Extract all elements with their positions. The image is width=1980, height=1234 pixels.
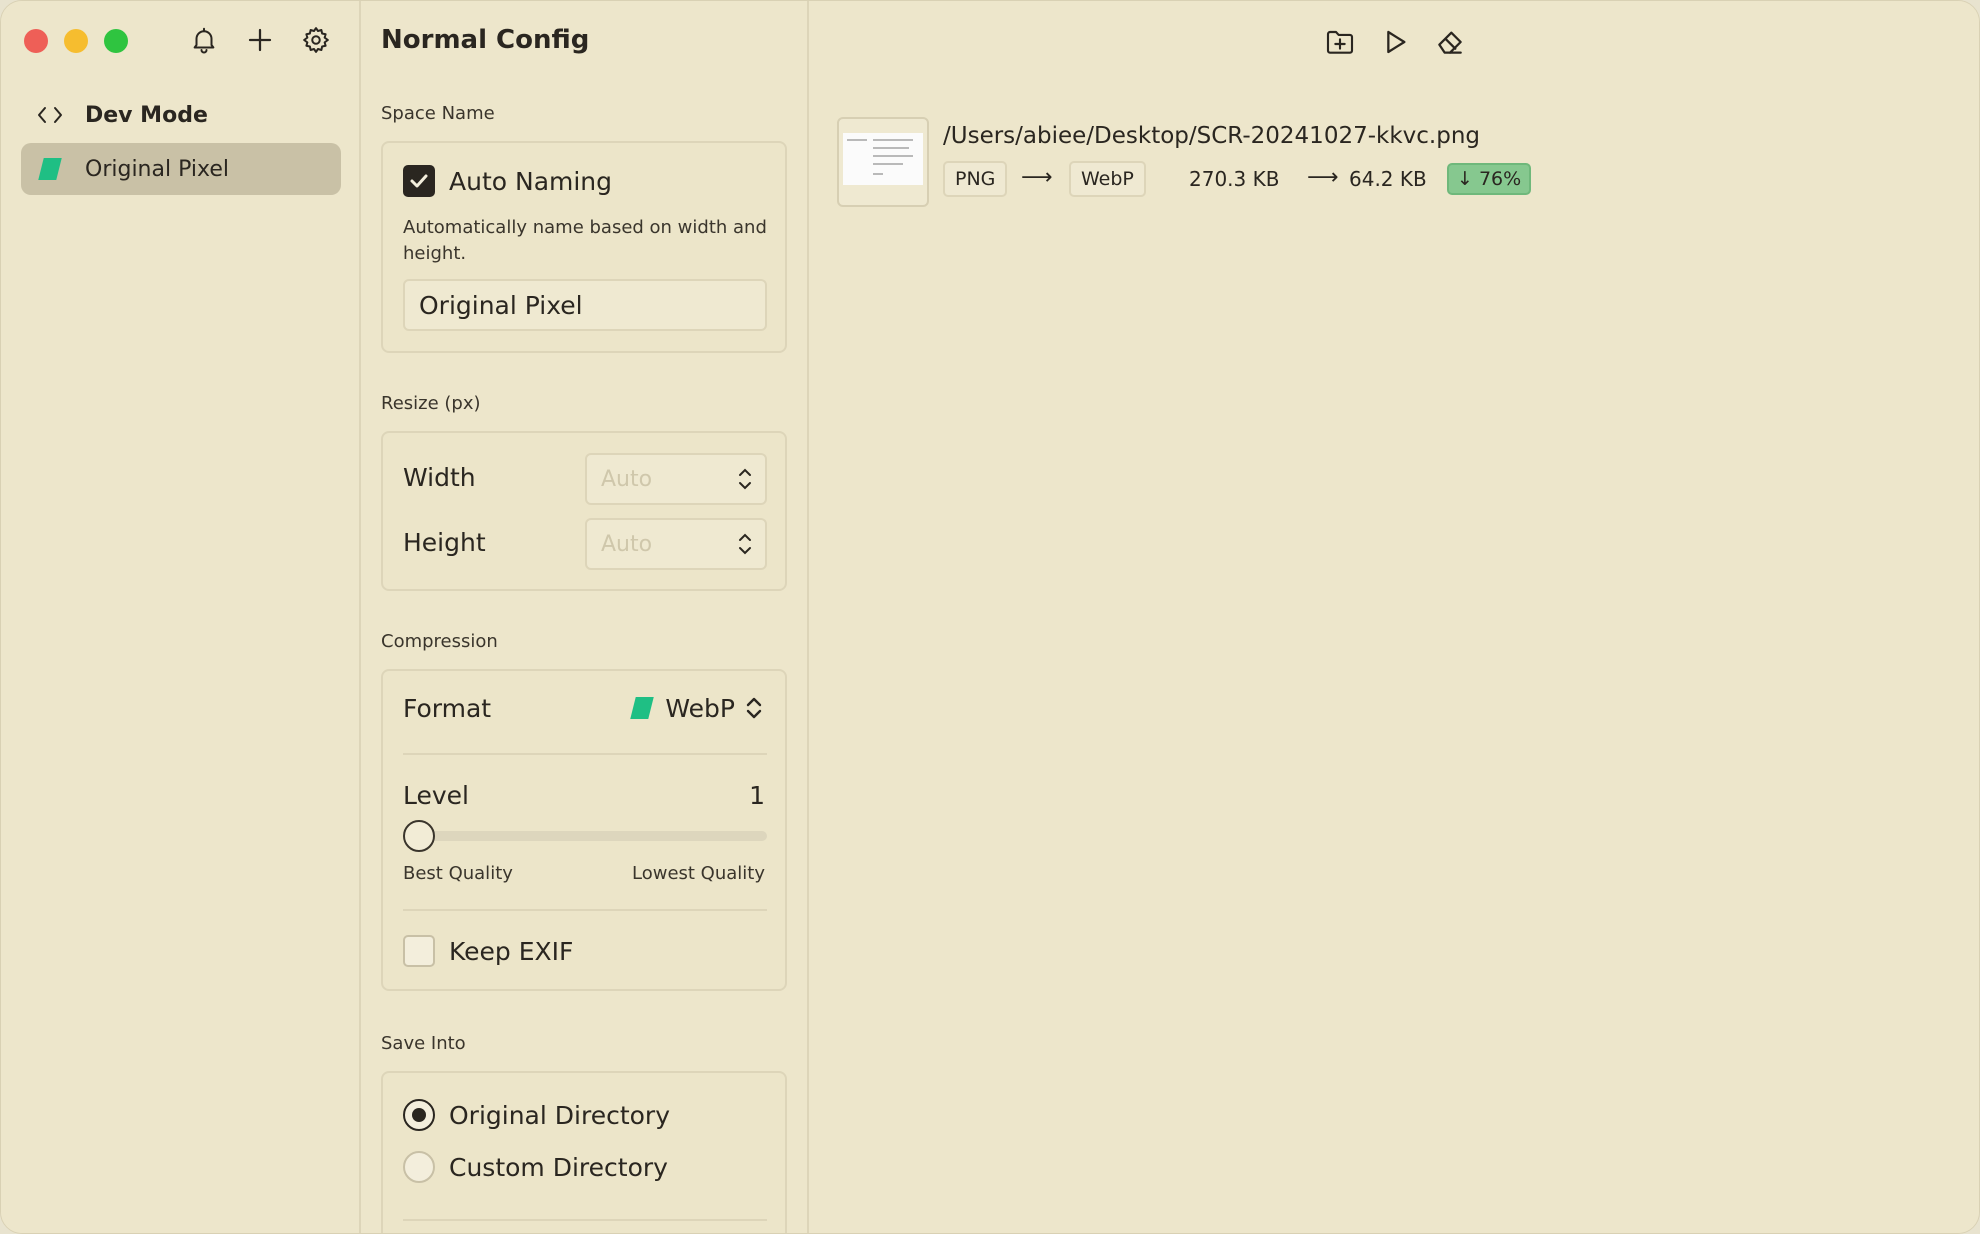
sidebar-item-original-pixel[interactable]: Original Pixel: [21, 143, 341, 195]
custom-directory-option[interactable]: Custom Directory: [403, 1151, 765, 1183]
swatch-icon: [35, 154, 65, 184]
code-icon: [35, 100, 65, 130]
height-input[interactable]: Auto: [587, 532, 725, 557]
bell-icon[interactable]: [187, 23, 221, 57]
auto-naming-label: Auto Naming: [449, 166, 613, 196]
auto-naming-checkbox[interactable]: [403, 165, 435, 197]
sidebar-item-label: Original Pixel: [85, 156, 229, 182]
resize-label: Resize (px): [381, 393, 481, 414]
level-slider-track[interactable]: [403, 831, 767, 841]
play-icon[interactable]: [1376, 23, 1414, 61]
width-label: Width: [403, 463, 476, 492]
target-format-badge: WebP: [1069, 161, 1146, 197]
space-name-input[interactable]: Original Pixel: [403, 279, 767, 331]
minimize-window-button[interactable]: [64, 29, 88, 53]
source-format-badge: PNG: [943, 161, 1008, 197]
sidebar-item-dev-mode[interactable]: Dev Mode: [21, 89, 341, 141]
level-label: Level: [403, 781, 469, 810]
close-window-button[interactable]: [24, 29, 48, 53]
height-stepper[interactable]: Auto: [585, 518, 767, 570]
custom-directory-radio[interactable]: [403, 1151, 435, 1183]
format-select[interactable]: WebP: [630, 693, 765, 723]
plus-icon[interactable]: [243, 23, 277, 57]
auto-naming-hint: Automatically name based on width and he…: [403, 217, 767, 264]
format-label: Format: [403, 693, 492, 723]
chevron-down-icon[interactable]: [736, 479, 754, 493]
space-name-card: Auto Naming Automatically name based on …: [381, 141, 787, 353]
gear-icon[interactable]: [299, 23, 333, 57]
chevron-down-icon[interactable]: [736, 544, 754, 558]
height-label: Height: [403, 528, 486, 557]
config-panel: Normal Config Space Name Auto Naming Aut…: [363, 1, 809, 1233]
lowest-quality-label: Lowest Quality: [632, 863, 765, 884]
space-name-label: Space Name: [381, 103, 495, 124]
width-input[interactable]: Auto: [587, 467, 725, 492]
file-path: /Users/abiee/Desktop/SCR-20241027-kkvc.p…: [943, 123, 1480, 149]
compression-label: Compression: [381, 631, 498, 652]
original-directory-label: Original Directory: [449, 1100, 670, 1130]
chevron-up-icon[interactable]: [736, 530, 754, 544]
original-directory-option[interactable]: Original Directory: [403, 1099, 765, 1131]
custom-directory-label: Custom Directory: [449, 1152, 668, 1182]
main-area: /Users/abiee/Desktop/SCR-20241027-kkvc.p…: [811, 1, 1979, 1233]
chevron-up-icon[interactable]: [736, 465, 754, 479]
compression-card: Format WebP Level 1 Best Quality Lowest …: [381, 669, 787, 991]
app-window: Dev Mode Original Pixel Normal Config Sp…: [0, 0, 1980, 1234]
keep-exif-checkbox[interactable]: [403, 935, 435, 967]
add-folder-icon[interactable]: [1321, 23, 1359, 61]
select-arrows-icon: [746, 697, 762, 719]
width-stepper[interactable]: Auto: [585, 453, 767, 505]
file-thumbnail: [837, 117, 929, 207]
resize-card: Width Auto Height Auto: [381, 431, 787, 591]
eraser-icon[interactable]: [1431, 23, 1469, 61]
save-into-card: Original Directory Custom Directory: [381, 1071, 787, 1233]
sidebar-item-label: Dev Mode: [85, 102, 208, 128]
best-quality-label: Best Quality: [403, 863, 513, 884]
arrow-right-icon: ⟶: [1021, 165, 1053, 190]
level-slider-thumb[interactable]: [403, 820, 435, 852]
page-title: Normal Config: [381, 25, 590, 55]
new-size: 64.2 KB: [1349, 167, 1427, 191]
sidebar: Dev Mode Original Pixel: [1, 1, 361, 1233]
zoom-window-button[interactable]: [104, 29, 128, 53]
savings-badge: ↓ 76%: [1447, 163, 1532, 195]
original-directory-radio[interactable]: [403, 1099, 435, 1131]
swatch-icon: [630, 697, 655, 719]
format-value: WebP: [665, 693, 735, 723]
keep-exif-label: Keep EXIF: [449, 936, 574, 966]
original-size: 270.3 KB: [1189, 167, 1280, 191]
level-value: 1: [749, 781, 765, 810]
save-into-label: Save Into: [381, 1033, 466, 1054]
arrow-right-icon: ⟶: [1307, 165, 1339, 190]
file-row[interactable]: /Users/abiee/Desktop/SCR-20241027-kkvc.p…: [837, 117, 1537, 209]
